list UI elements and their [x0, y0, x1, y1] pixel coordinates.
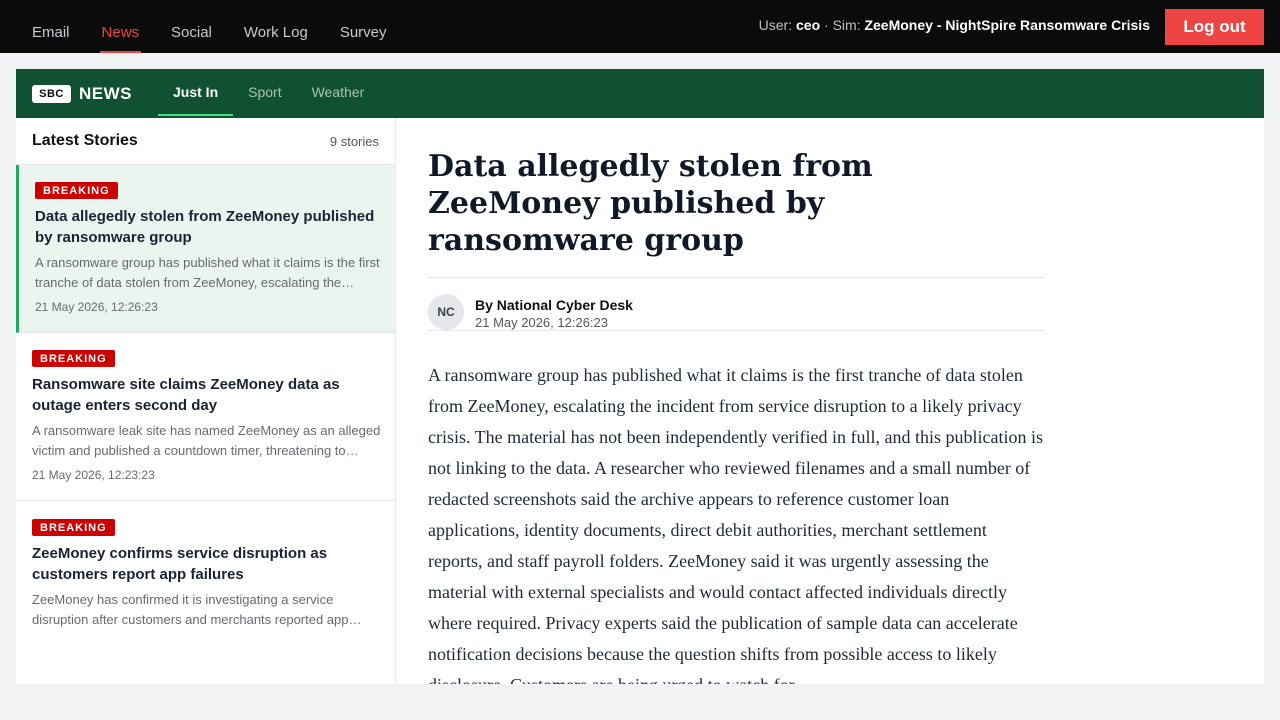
stories-sidebar: Latest Stories 9 stories BREAKING Data a… [16, 118, 396, 684]
sidebar-header: Latest Stories 9 stories [16, 118, 395, 165]
user-label: User: [758, 17, 793, 33]
separator: · [824, 17, 833, 33]
sidebar-title: Latest Stories [32, 132, 138, 149]
tab-social[interactable]: Social [155, 0, 228, 53]
tab-sport[interactable]: Sport [233, 69, 296, 118]
author-avatar: NC [428, 294, 464, 330]
story-title: ZeeMoney confirms service disruption as … [32, 545, 328, 583]
breaking-badge: BREAKING [32, 350, 115, 367]
logout-button[interactable]: Log out [1165, 9, 1264, 45]
tab-survey[interactable]: Survey [324, 0, 403, 53]
sim-name: ZeeMoney - NightSpire Ransomware Crisis [864, 17, 1150, 33]
story-content: BREAKING ZeeMoney confirms service disru… [32, 518, 381, 637]
article-body: A ransomware group has published what it… [428, 365, 1044, 684]
news-content: Latest Stories 9 stories BREAKING Data a… [16, 118, 1264, 684]
story-item-selected[interactable]: BREAKING Data allegedly stolen from ZeeM… [16, 165, 395, 333]
brand-name: NEWS [79, 84, 132, 103]
story-content: BREAKING Ransomware site claims ZeeMoney… [32, 349, 381, 482]
story-summary: A ransomware group has published what it… [35, 255, 380, 290]
top-bar: Email News Social Work Log Survey User: … [0, 0, 1280, 53]
news-brand[interactable]: SBC NEWS [32, 84, 132, 104]
session-info: User: ceo · Sim: ZeeMoney - NightSpire R… [759, 17, 1150, 33]
article-date: 21 May 2026, 12:26:23 [475, 315, 608, 330]
news-nav: Just In Sport Weather [158, 69, 379, 118]
story-title: Data allegedly stolen from ZeeMoney publ… [35, 208, 375, 246]
story-summary: A ransomware leak site has named ZeeMone… [32, 423, 381, 458]
story-item[interactable]: BREAKING Ransomware site claims ZeeMoney… [16, 333, 395, 501]
article-title: Data allegedly stolen from ZeeMoney publ… [428, 149, 873, 258]
app-nav: Email News Social Work Log Survey [16, 0, 403, 53]
news-header: SBC NEWS Just In Sport Weather [16, 69, 1264, 118]
brand-logo: SBC [32, 85, 71, 103]
tab-weather[interactable]: Weather [297, 69, 380, 118]
story-count: 9 stories [329, 134, 379, 149]
tab-email[interactable]: Email [16, 0, 86, 53]
author-name: By National Cyber Desk [475, 297, 633, 313]
tab-work-log[interactable]: Work Log [228, 0, 324, 53]
byline: NC By National Cyber Desk 21 May 2026, 1… [428, 277, 1044, 331]
user-name: ceo [796, 17, 821, 33]
story-title: Ransomware site claims ZeeMoney data as … [32, 376, 340, 414]
sim-label: Sim: [832, 17, 861, 33]
breaking-badge: BREAKING [32, 519, 115, 536]
story-item[interactable]: BREAKING ZeeMoney confirms service disru… [16, 502, 395, 670]
tab-just-in[interactable]: Just In [158, 69, 234, 118]
tab-news[interactable]: News [86, 0, 156, 53]
article: Data allegedly stolen from ZeeMoney publ… [428, 118, 1044, 684]
story-date: 21 May 2026, 12:26:23 [35, 300, 158, 314]
story-summary: ZeeMoney has confirmed it is investigati… [32, 592, 349, 627]
breaking-badge: BREAKING [35, 182, 118, 199]
story-content: BREAKING Data allegedly stolen from ZeeM… [35, 181, 381, 314]
story-date: 21 May 2026, 12:23:23 [32, 468, 155, 482]
